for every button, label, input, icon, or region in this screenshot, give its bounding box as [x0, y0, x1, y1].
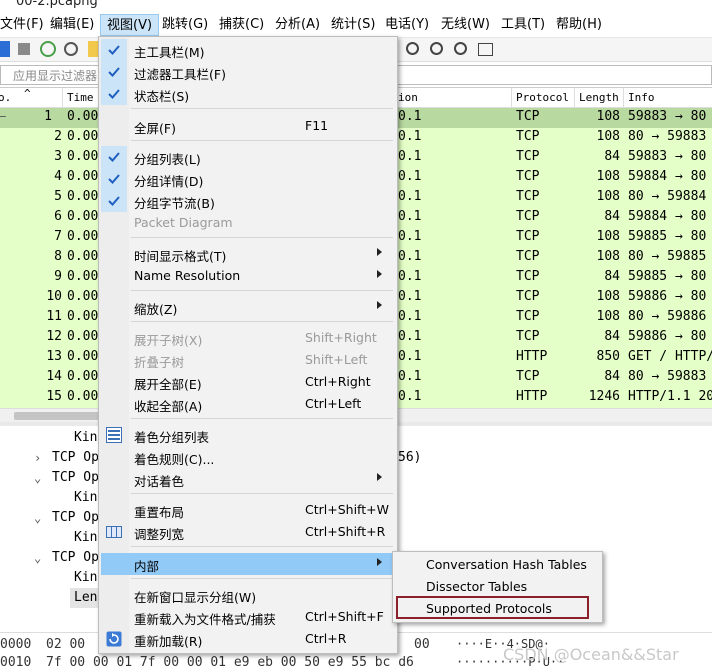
- menu-item-colorize-conversation[interactable]: 对话着色: [101, 468, 395, 490]
- checkmark-icon: [101, 168, 127, 190]
- menu-item-fullscreen[interactable]: 全屏(F) F11: [101, 115, 395, 137]
- menu-item-packet-list[interactable]: 分组列表(L): [101, 146, 395, 168]
- menu-view[interactable]: 视图(V): [100, 14, 160, 36]
- chevron-down-icon[interactable]: ⌄: [34, 511, 41, 525]
- detail-line[interactable]: Kin: [74, 430, 97, 445]
- highlight-callout-box: [396, 596, 589, 619]
- detail-line[interactable]: TCP Op: [52, 470, 99, 485]
- resize-columns-icon: [106, 524, 122, 540]
- menu-item-colorize-packet-list[interactable]: 着色分组列表: [101, 424, 395, 446]
- resize-columns-icon[interactable]: [478, 43, 493, 56]
- menu-item-collapse-subtrees[interactable]: 折叠子树 Shift+Left: [101, 349, 395, 371]
- colorize-list-icon: [106, 427, 122, 443]
- zoom-out-icon[interactable]: [430, 42, 443, 55]
- restart-icon[interactable]: [40, 41, 56, 57]
- menu-item-expand-all[interactable]: 展开全部(E) Ctrl+Right: [101, 371, 395, 393]
- checkmark-icon: [101, 146, 127, 168]
- col-protocol-header[interactable]: Protocol: [516, 91, 569, 104]
- submenu-arrow-icon: [377, 558, 382, 566]
- submenu-arrow-icon: [377, 473, 382, 481]
- hex-offset: 0010: [0, 655, 32, 670]
- menu-capture[interactable]: 捕获(C): [213, 14, 270, 36]
- menu-item-internals[interactable]: 内部: [101, 553, 395, 575]
- menu-go[interactable]: 跳转(G): [156, 14, 214, 36]
- options-gear-icon[interactable]: [64, 42, 78, 56]
- col-no-header[interactable]: o.: [0, 91, 11, 104]
- checkmark-icon: [101, 61, 127, 83]
- submenu-arrow-icon: [377, 301, 382, 309]
- stop-icon[interactable]: [18, 43, 30, 55]
- menu-item-conversation-hash-tables[interactable]: Conversation Hash Tables: [393, 554, 602, 576]
- zoom-in-icon[interactable]: [406, 42, 419, 55]
- menu-item-name-resolution[interactable]: Name Resolution: [101, 265, 395, 287]
- menu-item-reload-as-file-format[interactable]: 重新载入为文件格式/捕获 Ctrl+Shift+F: [101, 606, 395, 628]
- menu-item-packet-diagram[interactable]: Packet Diagram: [101, 212, 395, 234]
- checkmark-icon: [101, 190, 127, 212]
- menu-item-collapse-all[interactable]: 收起全部(A) Ctrl+Left: [101, 393, 395, 415]
- submenu-arrow-icon: [377, 270, 382, 278]
- title-bar: 00-2.pcapng: [0, 0, 712, 12]
- menu-item-reload[interactable]: 重新加载(R) Ctrl+R: [101, 628, 395, 650]
- menu-item-zoom[interactable]: 缩放(Z): [101, 296, 395, 318]
- menu-item-resize-columns[interactable]: 调整列宽 Ctrl+Shift+R: [101, 521, 395, 543]
- hex-offset: 0000: [0, 637, 32, 652]
- menu-item-dissector-tables[interactable]: Dissector Tables: [393, 576, 602, 598]
- hex-bytes[interactable]: 7f 00 00 01 7f 00 00 01 e9 eb 00 50 e9 5…: [46, 655, 414, 670]
- menu-item-packet-details[interactable]: 分组详情(D): [101, 168, 395, 190]
- menu-tools[interactable]: 工具(T): [495, 14, 551, 36]
- filter-placeholder: 应用显示过滤器: [13, 69, 98, 83]
- menu-help[interactable]: 帮助(H): [550, 14, 608, 36]
- col-info-header[interactable]: Info: [628, 91, 655, 104]
- hex-bytes[interactable]: 02 00: [46, 637, 85, 652]
- menu-telephony[interactable]: 电话(Y): [379, 14, 435, 36]
- submenu-arrow-icon: [377, 248, 382, 256]
- menu-item-expand-subtrees[interactable]: 展开子树(X) Shift+Right: [101, 327, 395, 349]
- checkmark-icon: [101, 39, 127, 61]
- menu-item-time-format[interactable]: 时间显示格式(T): [101, 243, 395, 265]
- watermark: CSDN @Ocean&&Star: [503, 645, 679, 664]
- detail-line-tail: 56): [398, 450, 422, 465]
- menu-item-reset-layout[interactable]: 重置布局 Ctrl+Shift+W: [101, 499, 395, 521]
- detail-line[interactable]: Kin: [74, 570, 97, 585]
- detail-line[interactable]: TCP Op: [52, 450, 99, 465]
- col-length-header[interactable]: Length: [579, 91, 619, 104]
- menu-item-packet-bytes[interactable]: 分组字节流(B): [101, 190, 395, 212]
- menu-edit[interactable]: 编辑(E): [44, 14, 100, 36]
- detail-line[interactable]: Kin: [74, 490, 97, 505]
- menu-item-show-packet-new-window[interactable]: 在新窗口显示分组(W): [101, 584, 395, 606]
- menu-file[interactable]: 文件(F): [0, 14, 50, 36]
- menu-item-status-bar[interactable]: 状态栏(S): [101, 83, 395, 105]
- zoom-normal-icon[interactable]: [454, 42, 467, 55]
- window-title: 00-2.pcapng: [16, 0, 98, 9]
- shark-fin-icon[interactable]: [0, 41, 10, 57]
- detail-line[interactable]: TCP Op: [52, 550, 99, 565]
- sort-indicator-icon: ^: [24, 87, 31, 100]
- menu-analyze[interactable]: 分析(A): [269, 14, 326, 36]
- detail-line[interactable]: Kin: [74, 530, 97, 545]
- menu-wireless[interactable]: 无线(W): [435, 14, 496, 36]
- menu-bar: 文件(F) 编辑(E) 视图(V) 跳转(G) 捕获(C) 分析(A) 统计(S…: [0, 12, 712, 38]
- reload-icon: [106, 631, 122, 647]
- col-time-header[interactable]: Time: [67, 91, 94, 104]
- chevron-right-icon[interactable]: ›: [34, 451, 41, 465]
- detail-line-selected[interactable]: Len: [74, 590, 97, 605]
- chevron-down-icon[interactable]: ⌄: [34, 551, 41, 565]
- menu-item-main-toolbar[interactable]: 主工具栏(M): [101, 39, 395, 61]
- chevron-down-icon[interactable]: ⌄: [34, 471, 41, 485]
- hex-bytes[interactable]: 00: [414, 637, 430, 652]
- menu-item-coloring-rules[interactable]: 着色规则(C)...: [101, 446, 395, 468]
- col-destination-header[interactable]: ion: [398, 91, 418, 104]
- detail-line[interactable]: TCP Op: [52, 510, 99, 525]
- menu-item-filter-toolbar[interactable]: 过滤器工具栏(F): [101, 61, 395, 83]
- checkmark-icon: [101, 83, 127, 105]
- view-menu-dropdown: 主工具栏(M) 过滤器工具栏(F) 状态栏(S) 全屏(F) F11 分组列表(…: [98, 36, 398, 654]
- menu-statistics[interactable]: 统计(S): [325, 14, 381, 36]
